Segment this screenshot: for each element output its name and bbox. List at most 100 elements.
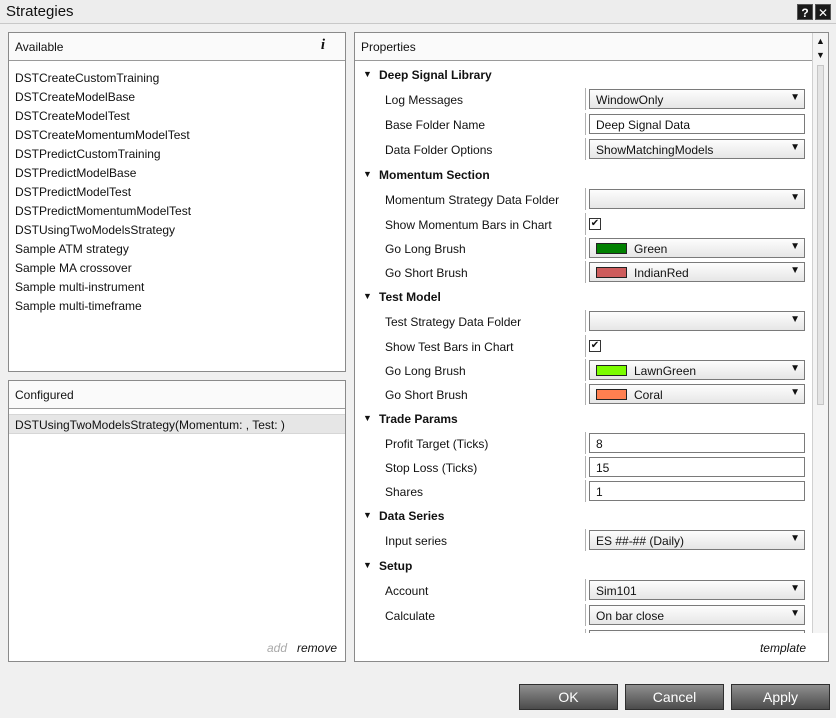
category-setup[interactable]: ▼ Setup bbox=[355, 553, 812, 578]
show-test-bars-in-chart-checkbox[interactable]: ✔ bbox=[589, 340, 601, 352]
chevron-down-icon: ▼ bbox=[790, 142, 800, 153]
scroll-up-icon[interactable]: ▲ bbox=[813, 34, 828, 48]
properties-panel: Properties ▼ Deep Signal Library Log Messa… bbox=[354, 32, 829, 662]
chevron-down-icon: ▼ bbox=[790, 387, 800, 398]
momentum-strategy-data-folder-dropdown[interactable]: ▼ bbox=[589, 189, 805, 209]
dropdown-value: Sim101 bbox=[596, 584, 637, 598]
column-divider bbox=[585, 432, 586, 454]
data-folder-options-dropdown[interactable]: ShowMatchingModels ▼ bbox=[589, 139, 805, 159]
strategy-list-item[interactable]: Sample MA crossover bbox=[9, 259, 345, 278]
go-short-brush-dropdown[interactable]: Coral ▼ bbox=[589, 384, 805, 404]
properties-scrollbar[interactable]: ▲ ▼ bbox=[812, 33, 828, 633]
field-value: 1 bbox=[596, 485, 603, 499]
expand-arrow-icon[interactable]: ▼ bbox=[363, 69, 372, 79]
strategy-list-item[interactable]: Sample multi-timeframe bbox=[9, 297, 345, 316]
strategy-list-item[interactable]: DSTPredictModelTest bbox=[9, 183, 345, 202]
base-folder-name-field[interactable]: Deep Signal Data bbox=[589, 114, 805, 134]
column-divider bbox=[585, 138, 586, 160]
expand-arrow-icon[interactable]: ▼ bbox=[363, 169, 372, 179]
chevron-down-icon: ▼ bbox=[790, 583, 800, 594]
shares-field[interactable]: 1 bbox=[589, 481, 805, 501]
dropdown-value: ES ##-## (Daily) bbox=[596, 534, 685, 548]
cancel-button[interactable]: Cancel bbox=[625, 684, 724, 710]
help-icon[interactable]: ? bbox=[797, 4, 813, 20]
property-label: Stop Loss (Ticks) bbox=[385, 461, 478, 475]
category-trade-params[interactable]: ▼ Trade Params bbox=[355, 406, 812, 431]
category-momentum-section[interactable]: ▼ Momentum Section bbox=[355, 162, 812, 187]
category-label: Data Series bbox=[379, 509, 445, 523]
category-test-model[interactable]: ▼ Test Model bbox=[355, 284, 812, 309]
strategy-list-item[interactable]: DSTPredictModelBase bbox=[9, 164, 345, 183]
brush-name: Coral bbox=[634, 388, 663, 402]
test-strategy-data-folder-dropdown[interactable]: ▼ bbox=[589, 311, 805, 331]
column-divider bbox=[585, 88, 586, 110]
strategy-list-item[interactable]: DSTCreateMomentumModelTest bbox=[9, 126, 345, 145]
chevron-down-icon: ▼ bbox=[790, 608, 800, 619]
property-label: Momentum Strategy Data Folder bbox=[385, 193, 560, 207]
expand-arrow-icon[interactable]: ▼ bbox=[363, 413, 372, 423]
category-data-series[interactable]: ▼ Data Series bbox=[355, 503, 812, 528]
available-title: Available bbox=[15, 40, 64, 54]
category-label: Test Model bbox=[379, 290, 441, 304]
template-link[interactable]: template bbox=[760, 641, 806, 655]
strategy-list-item[interactable]: Sample multi-instrument bbox=[9, 278, 345, 297]
remove-link[interactable]: remove bbox=[297, 641, 337, 655]
configured-header: Configured bbox=[9, 381, 345, 409]
profit-target-ticks-field[interactable]: 8 bbox=[589, 433, 805, 453]
color-swatch bbox=[596, 365, 627, 376]
show-momentum-bars-in-chart-checkbox[interactable]: ✔ bbox=[589, 218, 601, 230]
property-row-momentum-strategy-data-folder: Momentum Strategy Data Folder ▼ bbox=[355, 187, 812, 212]
scroll-down-icon[interactable]: ▼ bbox=[813, 48, 828, 62]
property-row-show-momentum-bars-in-chart: Show Momentum Bars in Chart ✔ bbox=[355, 212, 812, 236]
category-label: Setup bbox=[379, 559, 413, 573]
expand-arrow-icon[interactable]: ▼ bbox=[363, 291, 372, 301]
calculate-dropdown[interactable]: On bar close ▼ bbox=[589, 605, 805, 625]
column-divider bbox=[585, 310, 586, 332]
strategy-list-item[interactable]: DSTUsingTwoModelsStrategy bbox=[9, 221, 345, 240]
go-short-brush-dropdown[interactable]: IndianRed ▼ bbox=[589, 262, 805, 282]
ok-button[interactable]: OK bbox=[519, 684, 618, 710]
add-link[interactable]: add bbox=[267, 641, 287, 655]
apply-button[interactable]: Apply bbox=[731, 684, 830, 710]
property-row-log-messages: Log Messages WindowOnly ▼ bbox=[355, 87, 812, 112]
blank-dropdown[interactable]: ▼ bbox=[589, 630, 805, 633]
property-row-account: Account Sim101 ▼ bbox=[355, 578, 812, 603]
color-swatch bbox=[596, 389, 627, 400]
strategy-list-item[interactable]: DSTPredictMomentumModelTest bbox=[9, 202, 345, 221]
log-messages-dropdown[interactable]: WindowOnly ▼ bbox=[589, 89, 805, 109]
expand-arrow-icon[interactable]: ▼ bbox=[363, 560, 372, 570]
available-header: Available i bbox=[9, 33, 345, 61]
property-label: Data Folder Options bbox=[385, 143, 493, 157]
property-label: Show Momentum Bars in Chart bbox=[385, 218, 552, 232]
account-dropdown[interactable]: Sim101 ▼ bbox=[589, 580, 805, 600]
strategy-list-item[interactable]: Sample ATM strategy bbox=[9, 240, 345, 259]
expand-arrow-icon[interactable]: ▼ bbox=[363, 510, 372, 520]
strategy-list-item[interactable]: DSTCreateCustomTraining bbox=[9, 69, 345, 88]
strategy-list-item[interactable]: DSTCreateModelTest bbox=[9, 107, 345, 126]
property-label: Log Messages bbox=[385, 93, 464, 107]
category-deep-signal-library[interactable]: ▼ Deep Signal Library bbox=[355, 62, 812, 87]
property-row-blank: ▼ bbox=[355, 628, 812, 633]
column-divider bbox=[585, 579, 586, 601]
configured-strategy-item[interactable]: DSTUsingTwoModelsStrategy(Momentum: , Te… bbox=[9, 414, 345, 434]
color-swatch bbox=[596, 243, 627, 254]
strategy-list-item[interactable]: DSTCreateModelBase bbox=[9, 88, 345, 107]
color-swatch bbox=[596, 267, 627, 278]
property-row-go-long-brush: Go Long Brush Green ▼ bbox=[355, 236, 812, 260]
go-long-brush-dropdown[interactable]: Green ▼ bbox=[589, 238, 805, 258]
scrollbar-thumb[interactable] bbox=[817, 65, 824, 405]
property-row-go-short-brush: Go Short Brush Coral ▼ bbox=[355, 382, 812, 406]
category-label: Momentum Section bbox=[379, 168, 490, 182]
go-long-brush-dropdown[interactable]: LawnGreen ▼ bbox=[589, 360, 805, 380]
strategy-list-item[interactable]: DSTPredictCustomTraining bbox=[9, 145, 345, 164]
chevron-down-icon: ▼ bbox=[790, 92, 800, 103]
property-label: Calculate bbox=[385, 609, 436, 623]
input-series-dropdown[interactable]: ES ##-## (Daily) ▼ bbox=[589, 530, 805, 550]
column-divider bbox=[585, 335, 586, 357]
stop-loss-ticks-field[interactable]: 15 bbox=[589, 457, 805, 477]
info-icon[interactable]: i bbox=[321, 37, 325, 54]
column-divider bbox=[585, 629, 586, 633]
property-label: Test Strategy Data Folder bbox=[385, 315, 522, 329]
close-icon[interactable]: ✕ bbox=[815, 4, 831, 20]
title-bar: Strategies ? ✕ bbox=[0, 0, 836, 24]
